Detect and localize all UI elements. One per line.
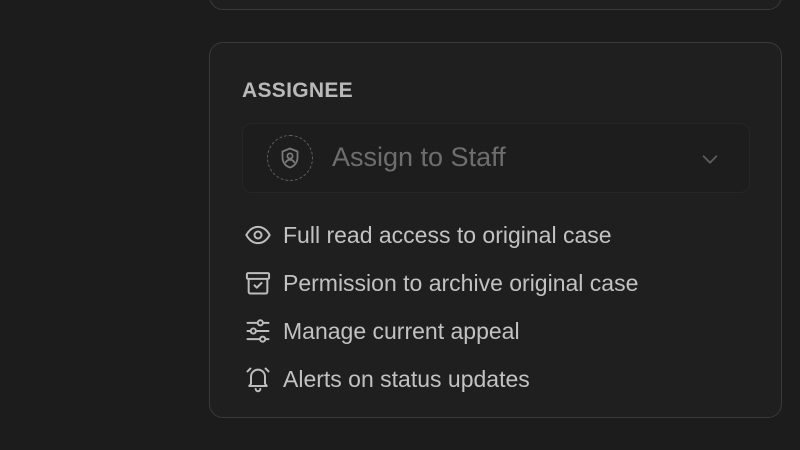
chevron-down-icon — [702, 155, 718, 164]
assign-to-staff-dropdown[interactable]: Assign to Staff — [242, 123, 750, 193]
sliders-icon — [246, 319, 270, 343]
eye-icon — [245, 225, 271, 245]
permission-item: Permission to archive original case — [244, 259, 638, 307]
shield-user-icon — [281, 147, 299, 169]
assign-placeholder-text: Assign to Staff — [332, 142, 506, 172]
permission-label: Full read access to original case — [283, 221, 612, 248]
bell-icon — [246, 367, 270, 393]
permission-item: Alerts on status updates — [244, 355, 638, 403]
previous-card — [209, 0, 782, 10]
permission-list: Full read access to original case Permis… — [244, 211, 638, 403]
permission-item: Manage current appeal — [244, 307, 638, 355]
permission-label: Alerts on status updates — [283, 365, 530, 392]
permission-item: Full read access to original case — [244, 211, 638, 259]
permission-label: Manage current appeal — [283, 317, 520, 344]
archive-icon — [245, 272, 271, 295]
permission-label: Permission to archive original case — [283, 269, 639, 296]
avatar-placeholder — [267, 135, 313, 181]
assignee-card: ASSIGNEE Assign to Staff Full read acces… — [209, 42, 782, 418]
assignee-section-title: ASSIGNEE — [242, 79, 353, 102]
